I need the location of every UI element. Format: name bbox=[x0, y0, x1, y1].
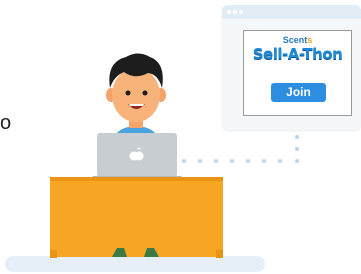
desk-edge bbox=[50, 177, 223, 181]
person-at-desk-illustration bbox=[50, 53, 223, 258]
person-left-eye bbox=[125, 90, 131, 96]
desk-leg-left bbox=[50, 250, 57, 258]
illustration-scene: o Scents Sell-A-Thon Join bbox=[0, 0, 361, 274]
desk-leg-right bbox=[216, 250, 223, 258]
desk-top bbox=[50, 177, 223, 257]
person-right-eye bbox=[142, 90, 148, 96]
